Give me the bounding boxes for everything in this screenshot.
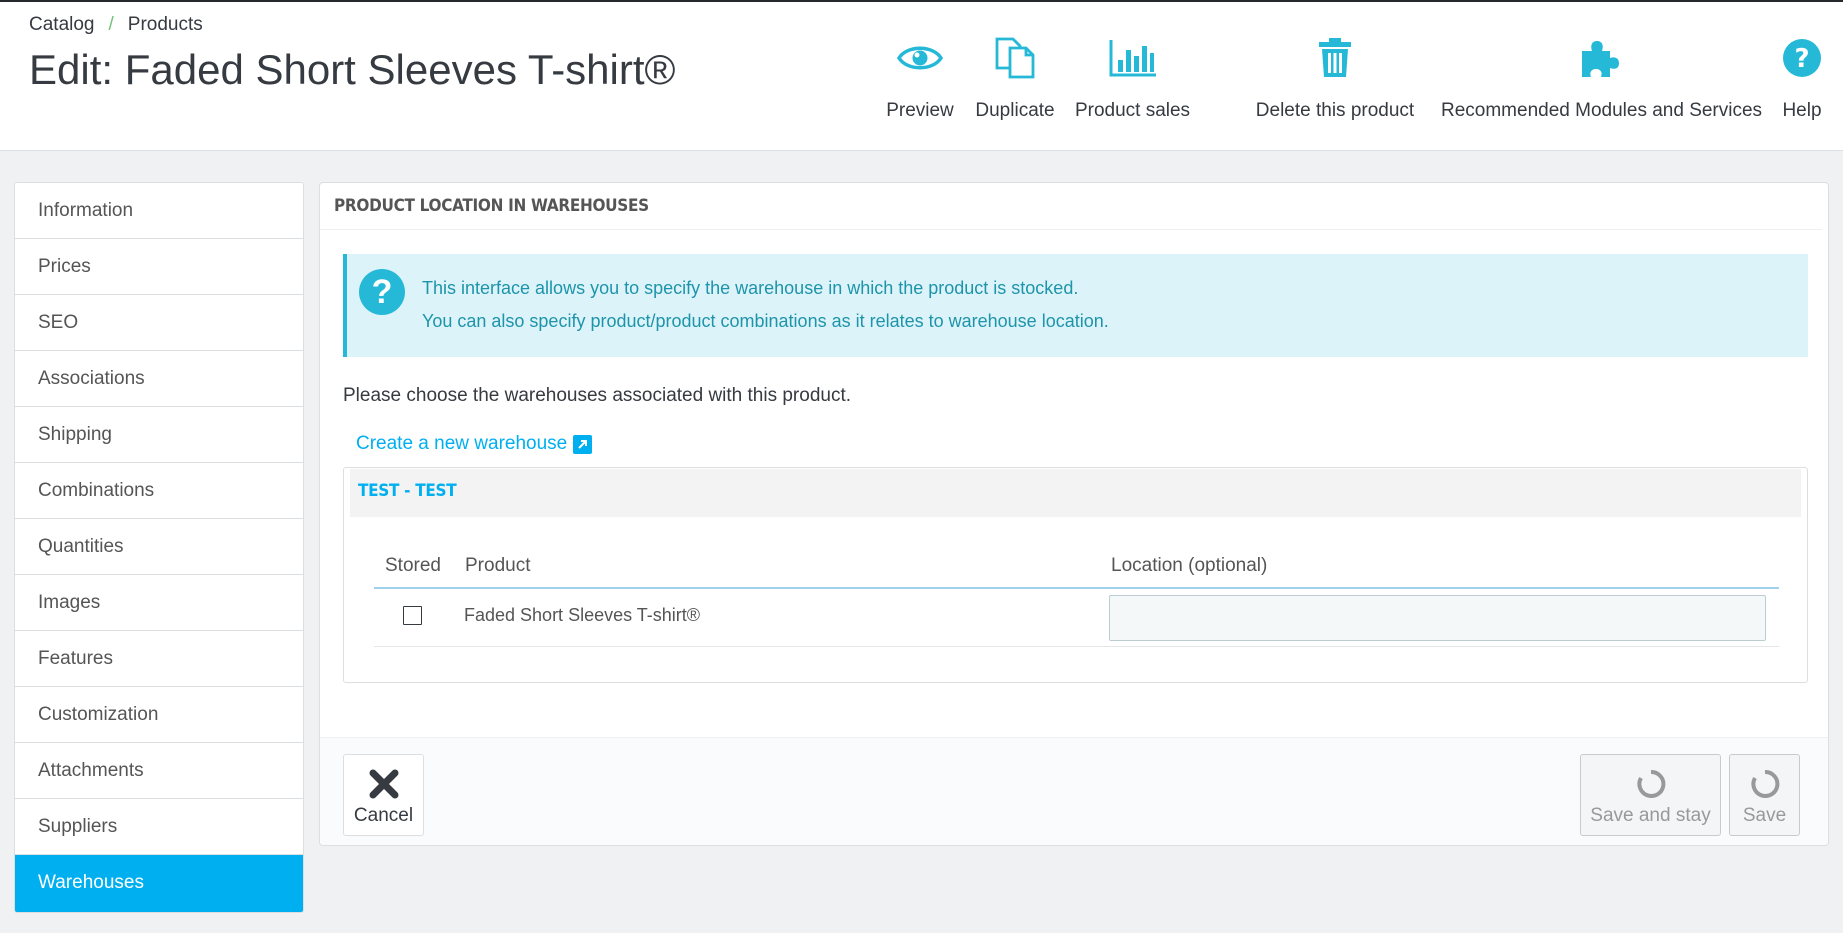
warehouse-title: TEST - TEST (358, 481, 457, 501)
page-header: Catalog / Products Edit: Faded Short Sle… (0, 2, 1843, 151)
warehouse-box: TEST - TEST Stored Product Location (opt… (343, 467, 1808, 683)
alert-line-1: This interface allows you to specify the… (422, 278, 1079, 298)
alert-line-2: You can also specify product/product com… (422, 311, 1109, 331)
cancel-label: Cancel (353, 805, 414, 826)
create-warehouse-label: Create a new warehouse (356, 433, 568, 454)
delete-product-label: Delete this product (1255, 100, 1415, 121)
recommended-modules-label: Recommended Modules and Services (1441, 100, 1763, 121)
duplicate-button[interactable]: Duplicate (970, 32, 1060, 122)
choose-warehouses-text: Please choose the warehouses associated … (343, 385, 852, 406)
panel-heading: PRODUCT LOCATION IN WAREHOUSES (320, 183, 1822, 230)
product-name-cell: Faded Short Sleeves T-shirt® (464, 605, 701, 625)
question-icon: ? (359, 269, 405, 315)
help-button[interactable]: ? Help (1777, 32, 1827, 122)
external-link-icon (573, 434, 593, 454)
close-icon (369, 769, 398, 799)
svg-text:?: ? (1794, 44, 1809, 74)
tab-suppliers[interactable]: Suppliers (15, 799, 303, 855)
product-sales-label: Product sales (1074, 100, 1191, 121)
preview-label: Preview (886, 100, 954, 121)
tab-combinations[interactable]: Combinations (15, 463, 303, 519)
eye-icon (897, 46, 943, 70)
column-location: Location (optional) (1111, 555, 1268, 576)
stored-checkbox[interactable] (403, 606, 422, 625)
panel-footer: Cancel Save and stay Save (320, 737, 1828, 845)
duplicate-label: Duplicate (975, 100, 1055, 121)
tab-associations[interactable]: Associations (15, 351, 303, 407)
warehouse-header[interactable]: TEST - TEST (350, 469, 1801, 517)
preview-button[interactable]: Preview (880, 32, 960, 122)
info-alert: ? This interface allows you to specify t… (343, 254, 1808, 357)
bar-chart-icon (1109, 40, 1156, 77)
save-and-stay-label: Save and stay (1590, 805, 1711, 826)
save-and-stay-button[interactable]: Save and stay (1580, 754, 1721, 836)
save-label: Save (1742, 805, 1787, 826)
tab-customization[interactable]: Customization (15, 687, 303, 743)
recommended-modules-button[interactable]: Recommended Modules and Services (1441, 32, 1763, 122)
spinner-icon (1750, 769, 1779, 798)
breadcrumb-separator: / (108, 14, 114, 35)
puzzle-icon (1582, 41, 1619, 77)
table-row-divider (374, 646, 1779, 647)
tab-images[interactable]: Images (15, 575, 303, 631)
page-title: Edit: Faded Short Sleeves T-shirt® (29, 46, 676, 93)
tab-prices[interactable]: Prices (15, 239, 303, 295)
tab-information[interactable]: Information (15, 183, 303, 239)
delete-product-button[interactable]: Delete this product (1247, 32, 1423, 122)
breadcrumb: Catalog / Products (29, 14, 203, 36)
breadcrumb-products[interactable]: Products (128, 14, 203, 36)
breadcrumb-catalog[interactable]: Catalog (29, 14, 95, 36)
spinner-icon (1636, 769, 1665, 798)
location-input[interactable] (1109, 595, 1766, 641)
warehouse-location-panel: PRODUCT LOCATION IN WAREHOUSES ? This in… (319, 182, 1829, 846)
product-tabs-sidebar: Information Prices SEO Associations Ship… (14, 182, 304, 913)
tab-features[interactable]: Features (15, 631, 303, 687)
product-sales-button[interactable]: Product sales (1060, 32, 1205, 122)
tab-shipping[interactable]: Shipping (15, 407, 303, 463)
tab-quantities[interactable]: Quantities (15, 519, 303, 575)
table-header-divider (374, 587, 1779, 589)
help-label: Help (1782, 100, 1822, 121)
duplicate-icon (995, 37, 1035, 79)
trash-icon (1319, 38, 1351, 77)
tab-seo[interactable]: SEO (15, 295, 303, 351)
cancel-button[interactable]: Cancel (343, 754, 424, 836)
column-product: Product (465, 555, 531, 576)
column-stored: Stored (385, 555, 441, 576)
save-button[interactable]: Save (1729, 754, 1800, 836)
help-icon: ? (1783, 39, 1821, 77)
tab-warehouses[interactable]: Warehouses (15, 855, 303, 912)
tab-attachments[interactable]: Attachments (15, 743, 303, 799)
create-warehouse-link[interactable]: Create a new warehouse (356, 433, 593, 455)
